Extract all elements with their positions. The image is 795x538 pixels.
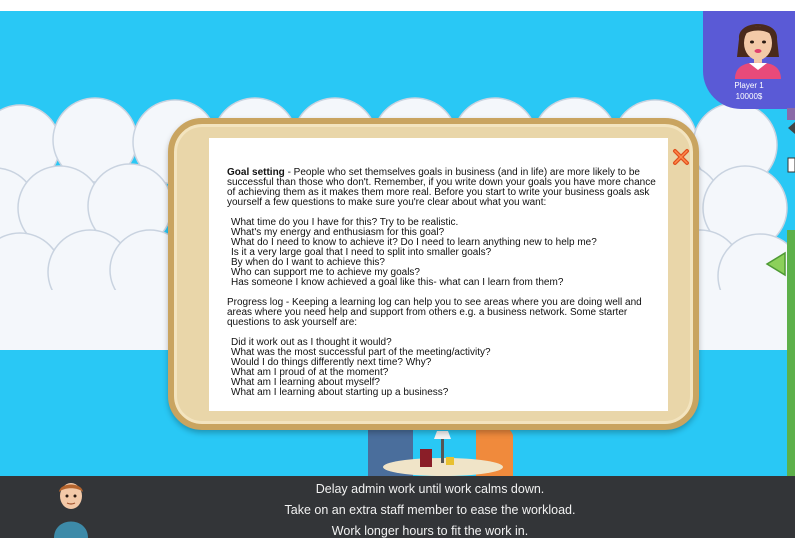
choice-option-3[interactable]: Work longer hours to fit the work in.	[150, 524, 710, 538]
player-money: 10000$	[735, 92, 763, 101]
list-item: What am I learning about starting up a b…	[231, 387, 449, 398]
advisor-avatar	[54, 483, 88, 538]
close-icon[interactable]	[672, 148, 690, 166]
goal-questions-list: What time do you I have for this? Try to…	[231, 218, 657, 288]
goal-setting-paragraph: Goal setting - People who set themselves…	[227, 168, 657, 208]
side-tabs[interactable]	[782, 108, 795, 208]
game-stage: Player 1 10000$ Goal setting - People wh…	[0, 0, 795, 538]
player-name: Player 1	[734, 81, 764, 90]
dialog-text: Goal setting - People who set themselves…	[227, 168, 657, 408]
progress-log-paragraph: Progress log - Keeping a learning log ca…	[227, 297, 642, 328]
progress-questions-list: Did it work out as I thought it would? W…	[231, 338, 657, 398]
right-rail	[787, 230, 795, 476]
player-avatar	[735, 24, 781, 79]
goal-setting-intro: - People who set themselves goals in bus…	[227, 167, 656, 208]
choice-option-1[interactable]: Delay admin work until work calms down.	[150, 482, 710, 496]
office-scene	[368, 425, 513, 476]
list-item: Has someone I know achieved a goal like …	[231, 277, 564, 288]
choice-option-2[interactable]: Take on an extra staff member to ease th…	[150, 503, 710, 517]
info-dialog-content[interactable]: Goal setting - People who set themselves…	[209, 138, 668, 411]
back-arrow-icon[interactable]	[765, 250, 787, 278]
top-strip	[0, 0, 795, 11]
player-panel[interactable]: Player 1 10000$	[703, 11, 795, 109]
